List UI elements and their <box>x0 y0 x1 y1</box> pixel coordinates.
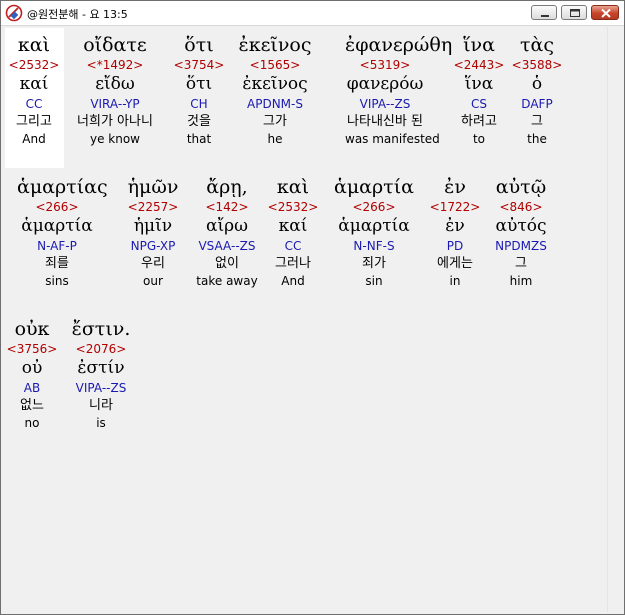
word-kai-2[interactable]: καὶ <2532> καί CC 그러나 And <box>253 175 333 289</box>
parsing-code: APDNM-S <box>247 97 303 111</box>
title-bar[interactable]: @원전분해 - 요 13:5 <box>1 1 624 26</box>
word-hemon[interactable]: ἡμῶν <2257> ἡμῖν NPG-XP 우리 our <box>113 175 193 289</box>
greek-word: ἁμαρτία <box>334 176 414 198</box>
lemma: ἐστίν <box>77 358 125 378</box>
word-ephanerothe[interactable]: ἐφανερώθη <5319> φανερόω VIPA--ZS 나타내신바 … <box>345 33 453 147</box>
strong-number: <3588> <box>511 58 563 72</box>
korean-gloss: 나타내신바 된 <box>347 114 423 129</box>
greek-word: καὶ <box>17 34 51 56</box>
parsing-code: CC <box>284 239 302 253</box>
english-gloss: sins <box>45 274 69 288</box>
parsing-code: CC <box>25 97 43 111</box>
korean-gloss: 그러나 <box>275 256 311 271</box>
korean-gloss: 것을 <box>187 114 211 129</box>
lemma: ἁμαρτία <box>21 216 93 236</box>
strong-number: <*1492> <box>86 58 144 72</box>
lemma: ἡμῖν <box>133 216 173 236</box>
word-tas[interactable]: τὰς <3588> ὁ DAFP 그 the <box>497 33 577 147</box>
korean-gloss: 그 <box>515 256 527 271</box>
strong-number: <266> <box>352 200 396 214</box>
close-button[interactable] <box>591 5 619 20</box>
parsing-code: N-NF-S <box>353 239 395 253</box>
bible-app-icon <box>5 4 23 22</box>
korean-gloss: 그가 <box>263 114 287 129</box>
lemma: εἴδω <box>95 74 135 94</box>
korean-gloss: 죄를 <box>45 256 69 271</box>
korean-gloss: 죄가 <box>362 256 386 271</box>
word-hamartias[interactable]: ἁμαρτίας <266> ἁμαρτία N-AF-P 죄를 sins <box>17 175 108 289</box>
greek-word: οἴδατε <box>83 34 147 56</box>
english-gloss: the <box>527 132 547 146</box>
lemma: καί <box>278 216 308 236</box>
lemma: ἁμαρτία <box>338 216 410 236</box>
parsing-code: VIPA--ZS <box>359 97 411 111</box>
maximize-button[interactable] <box>561 5 587 20</box>
lemma: ὅτι <box>185 74 213 94</box>
greek-word: ἐκεῖνος <box>238 34 312 56</box>
word-estin[interactable]: ἔστιν. <2076> ἐστίν VIPA--ZS 니라 is <box>61 317 141 431</box>
app-window: @원전분해 - 요 13:5 καὶ <2532> καί CC 그리고 And… <box>0 0 625 615</box>
strong-number: <2257> <box>127 200 179 214</box>
english-gloss: ye know <box>89 132 140 146</box>
window-title: @원전분해 - 요 13:5 <box>27 8 128 21</box>
lemma: ὁ <box>531 74 543 94</box>
word-auto[interactable]: αὐτῷ <846> αὐτός NPDMZS 그 him <box>481 175 561 289</box>
korean-gloss: 그 <box>531 114 543 129</box>
parsing-code: VIPA--ZS <box>75 381 127 395</box>
word-oidate[interactable]: οἴδατε <*1492> εἴδω VIRA--YP 너희가 아나니 ye … <box>75 33 155 147</box>
parsing-code: NPG-XP <box>130 239 176 253</box>
strong-number: <5319> <box>359 58 411 72</box>
greek-word: ἁμαρτίας <box>17 176 108 198</box>
word-hoti[interactable]: ὅτι <3754> ὅτι CH 것을 that <box>159 33 239 147</box>
greek-word: ἡμῶν <box>127 176 179 198</box>
english-gloss: he <box>267 132 283 146</box>
parsing-code: NPDMZS <box>495 239 547 253</box>
strong-number: <2532> <box>267 200 319 214</box>
english-gloss: is <box>96 416 106 430</box>
english-gloss: And <box>22 132 46 146</box>
vertical-scrollbar[interactable] <box>607 27 624 612</box>
strong-number: <1565> <box>249 58 301 72</box>
korean-gloss: 그리고 <box>16 114 52 129</box>
parsing-code: N-AF-P <box>37 239 77 253</box>
parsing-code: DAFP <box>521 97 553 111</box>
english-gloss: that <box>186 132 212 146</box>
korean-gloss: 우리 <box>141 256 165 271</box>
minimize-button[interactable] <box>531 5 557 20</box>
english-gloss: him <box>509 274 533 288</box>
greek-word: αὐτῷ <box>495 176 547 198</box>
korean-gloss: 니라 <box>89 398 113 413</box>
korean-gloss: 너희가 아나니 <box>77 114 153 129</box>
strong-number: <2076> <box>75 342 127 356</box>
english-gloss: was manifested <box>345 132 440 146</box>
lemma: αὐτός <box>495 216 547 236</box>
strong-number: <3754> <box>173 58 225 72</box>
lemma: ἐκεῖνος <box>242 74 308 94</box>
greek-word: τὰς <box>520 34 554 56</box>
strong-number: <2532> <box>8 58 60 72</box>
strong-number: <846> <box>499 200 543 214</box>
greek-word: καὶ <box>276 176 310 198</box>
greek-word: ἔστιν. <box>71 318 131 340</box>
english-gloss: sin <box>365 274 383 288</box>
greek-word: ὅτι <box>184 34 214 56</box>
parsing-code: VIRA--YP <box>90 97 140 111</box>
english-gloss: And <box>281 274 305 288</box>
lemma: φανερόω <box>346 74 424 94</box>
word-ekeinos[interactable]: ἐκεῖνος <1565> ἐκεῖνος APDNM-S 그가 he <box>235 33 315 147</box>
parsing-code: CH <box>190 97 208 111</box>
strong-number: <266> <box>35 200 79 214</box>
greek-word: ἐφανερώθη <box>345 34 453 56</box>
word-kai-1[interactable]: καὶ <2532> καί CC 그리고 And <box>0 33 74 147</box>
lemma: καί <box>19 74 49 94</box>
english-gloss: our <box>143 274 163 288</box>
word-hamartia[interactable]: ἁμαρτία <266> ἁμαρτία N-NF-S 죄가 sin <box>334 175 414 289</box>
